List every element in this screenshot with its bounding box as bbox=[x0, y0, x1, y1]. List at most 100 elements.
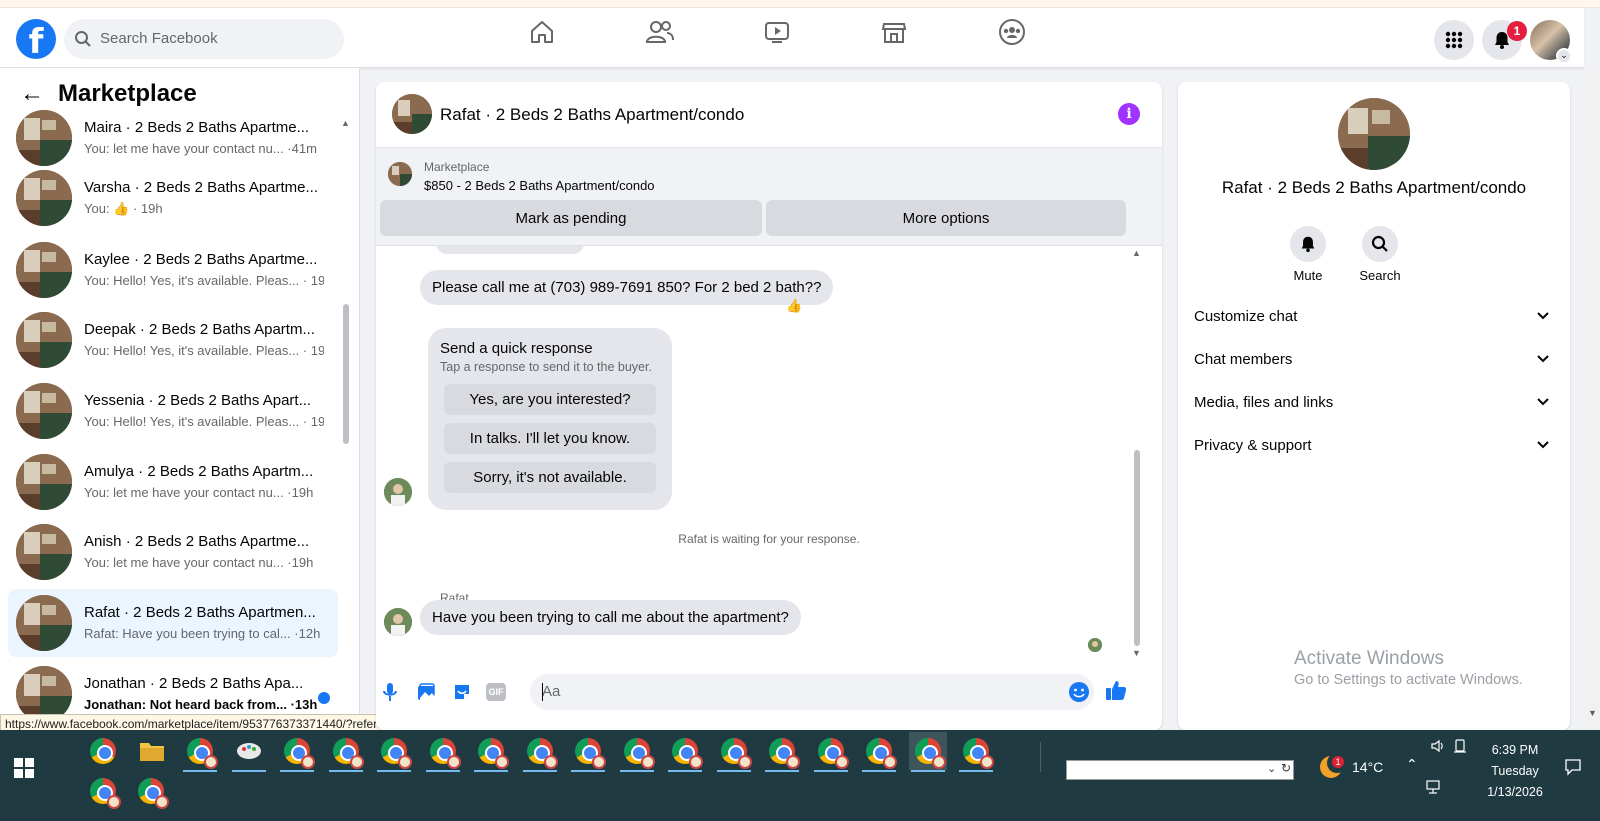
unread-indicator bbox=[318, 692, 330, 704]
chat-title[interactable]: Rafat · 2 Beds 2 Baths Apartment/condo bbox=[440, 105, 744, 125]
listing-thumbnail[interactable] bbox=[388, 162, 412, 186]
nav-friends-button[interactable] bbox=[628, 14, 692, 50]
windows-start-icon[interactable] bbox=[14, 758, 34, 783]
microphone-icon[interactable] bbox=[378, 680, 402, 704]
scroll-up-icon[interactable]: ▲ bbox=[1132, 248, 1141, 258]
facebook-logo[interactable]: f bbox=[16, 19, 56, 59]
nav-marketplace-button[interactable] bbox=[862, 14, 926, 50]
reaction-thumbs-up-icon[interactable]: 👍 bbox=[786, 298, 802, 314]
chrome-icon bbox=[769, 738, 800, 769]
conversation-item[interactable]: Deepak · 2 Beds 2 Baths Apartm... You: He… bbox=[8, 306, 338, 374]
sender-avatar[interactable] bbox=[384, 608, 412, 636]
temperature-text: 14°C bbox=[1352, 759, 1384, 775]
message-bubble[interactable]: Have you been trying to call me about th… bbox=[420, 600, 801, 635]
weather-widget[interactable]: 14°C bbox=[1320, 753, 1384, 778]
nav-groups-button[interactable] bbox=[980, 14, 1044, 50]
gif-icon[interactable]: GIF bbox=[484, 680, 508, 704]
scroll-down-icon[interactable]: ▼ bbox=[1132, 648, 1141, 658]
sidebar-scroll-thumb[interactable] bbox=[343, 304, 349, 444]
quick-response-yes-button[interactable]: Yes, are you interested? bbox=[444, 384, 656, 415]
running-indicator bbox=[862, 770, 896, 772]
conversation-item[interactable]: Anish · 2 Beds 2 Baths Apartme... You: le… bbox=[8, 518, 338, 586]
conversation-item[interactable]: Yessenia · 2 Beds 2 Baths Apart... You: H… bbox=[8, 377, 338, 445]
chat-members-section[interactable]: Chat members bbox=[1194, 341, 1554, 381]
message-scroll-thumb[interactable] bbox=[1134, 450, 1140, 646]
conversation-item[interactable]: Maira · 2 Beds 2 Baths Apartme... You: le… bbox=[8, 104, 338, 172]
taskbar-chrome-profile-app[interactable] bbox=[521, 732, 559, 772]
thumbs-up-icon[interactable] bbox=[1104, 678, 1128, 702]
message-bubble[interactable]: Please call me at (703) 989-7691 850? Fo… bbox=[420, 270, 834, 305]
taskbar-chrome-profile-app[interactable] bbox=[908, 732, 947, 772]
system-clock[interactable]: 6:39 PM Tuesday 1/13/2026 bbox=[1470, 740, 1560, 803]
top-navigation-bar: f Search Facebook 1 ⌄ bbox=[0, 8, 1584, 68]
privacy-support-section[interactable]: Privacy & support bbox=[1194, 427, 1554, 467]
search-input[interactable]: Search Facebook bbox=[64, 19, 344, 59]
taskbar-chrome-profile-app[interactable] bbox=[812, 732, 850, 772]
speaker-icon[interactable] bbox=[1430, 738, 1446, 757]
message-scrollbar[interactable]: ▲ ▼ bbox=[1132, 248, 1142, 658]
taskbar-chrome-profile-app[interactable] bbox=[181, 732, 219, 772]
taskbar-chrome-profile-app[interactable] bbox=[375, 732, 413, 772]
taskbar-chrome-profile-app[interactable] bbox=[666, 732, 704, 772]
listing-price-title[interactable]: $850 - 2 Beds 2 Baths Apartment/condo bbox=[424, 178, 655, 193]
taskbar-chrome-profile-app[interactable] bbox=[84, 772, 122, 810]
emoji-icon[interactable] bbox=[1068, 681, 1090, 708]
quick-response-subtitle: Tap a response to send it to the buyer. bbox=[440, 360, 652, 374]
running-indicator bbox=[813, 770, 848, 772]
search-conversation-button[interactable]: Search bbox=[1350, 226, 1410, 283]
info-icon[interactable]: i bbox=[1118, 103, 1140, 125]
taskbar-file-explorer-app[interactable] bbox=[133, 732, 171, 770]
sidebar-scrollbar[interactable]: ▲ bbox=[341, 118, 350, 728]
taskbar-chrome-app[interactable] bbox=[84, 732, 122, 770]
notification-center-icon[interactable] bbox=[1564, 758, 1582, 779]
mute-button[interactable]: Mute bbox=[1278, 226, 1338, 283]
conversation-item[interactable]: Kaylee · 2 Beds 2 Baths Apartme... You: H… bbox=[8, 236, 338, 304]
taskbar-chrome-profile-app[interactable] bbox=[424, 732, 462, 772]
nav-home-button[interactable] bbox=[510, 14, 574, 50]
account-chevron-icon[interactable]: ⌄ bbox=[1556, 48, 1572, 64]
network-icon[interactable] bbox=[1426, 780, 1444, 797]
taskbar-chrome-profile-app[interactable] bbox=[715, 732, 753, 772]
friends-icon bbox=[645, 21, 674, 43]
sender-avatar[interactable] bbox=[384, 478, 412, 506]
taskbar-paint-app[interactable] bbox=[230, 732, 268, 772]
device-icon[interactable] bbox=[1452, 738, 1468, 757]
taskbar-chrome-profile-app[interactable] bbox=[278, 732, 316, 772]
customize-chat-section[interactable]: Customize chat bbox=[1194, 298, 1554, 338]
refresh-icon[interactable]: ↻ bbox=[1281, 761, 1291, 775]
section-label: Media, files and links bbox=[1194, 394, 1334, 411]
scroll-up-icon[interactable]: ▲ bbox=[341, 118, 350, 128]
taskbar-chrome-profile-app[interactable] bbox=[132, 772, 170, 810]
photo-icon[interactable] bbox=[414, 680, 438, 704]
more-options-button[interactable]: More options bbox=[766, 200, 1126, 236]
sticker-icon[interactable] bbox=[450, 680, 474, 704]
mark-as-pending-button[interactable]: Mark as pending bbox=[380, 200, 762, 236]
chevron-up-icon[interactable]: ⌃ bbox=[1406, 756, 1418, 773]
conversation-item[interactable]: Amulya · 2 Beds 2 Baths Apartm... You: le… bbox=[8, 448, 338, 516]
conversation-item[interactable]: Rafat · 2 Beds 2 Baths Apartmen... Rafat:… bbox=[8, 589, 338, 657]
windows-taskbar: ⌄ ↻ 14°C 1 ⌃ 6:39 PM Tuesday 1/13/2026 bbox=[0, 730, 1600, 821]
quick-response-not-available-button[interactable]: Sorry, it's not available. bbox=[444, 462, 656, 493]
taskbar-chrome-profile-app[interactable] bbox=[569, 732, 607, 772]
quick-response-in-talks-button[interactable]: In talks. I'll let you know. bbox=[444, 423, 656, 454]
taskbar-chrome-profile-app[interactable] bbox=[763, 732, 801, 772]
taskbar-chrome-profile-app[interactable] bbox=[472, 732, 510, 772]
taskbar-chrome-profile-app[interactable] bbox=[860, 732, 898, 772]
taskbar-chrome-profile-app[interactable] bbox=[957, 732, 995, 772]
conversation-item[interactable]: Varsha · 2 Beds 2 Baths Apartme... You: 👍… bbox=[8, 164, 338, 232]
menu-grid-button[interactable] bbox=[1434, 20, 1474, 60]
chat-avatar[interactable] bbox=[392, 94, 432, 134]
dropdown-chevron-icon[interactable]: ⌄ bbox=[1267, 762, 1276, 775]
media-files-links-section[interactable]: Media, files and links bbox=[1194, 384, 1554, 424]
taskbar-chrome-profile-app[interactable] bbox=[327, 732, 365, 772]
nav-video-button[interactable] bbox=[745, 14, 809, 50]
message-thread: Please call me at (703) 989-7691 850? Fo… bbox=[376, 246, 1162, 660]
message-input[interactable]: Aa bbox=[530, 674, 1094, 710]
taskbar-chrome-profile-app[interactable] bbox=[618, 732, 656, 772]
conversation-avatar[interactable] bbox=[1338, 98, 1410, 170]
taskbar-address-box[interactable]: ⌄ ↻ bbox=[1066, 760, 1294, 780]
page-scrollbar[interactable]: ▼ bbox=[1584, 68, 1600, 730]
scroll-down-icon[interactable]: ▼ bbox=[1588, 708, 1597, 718]
section-label: Customize chat bbox=[1194, 308, 1298, 325]
home-icon bbox=[531, 21, 553, 43]
